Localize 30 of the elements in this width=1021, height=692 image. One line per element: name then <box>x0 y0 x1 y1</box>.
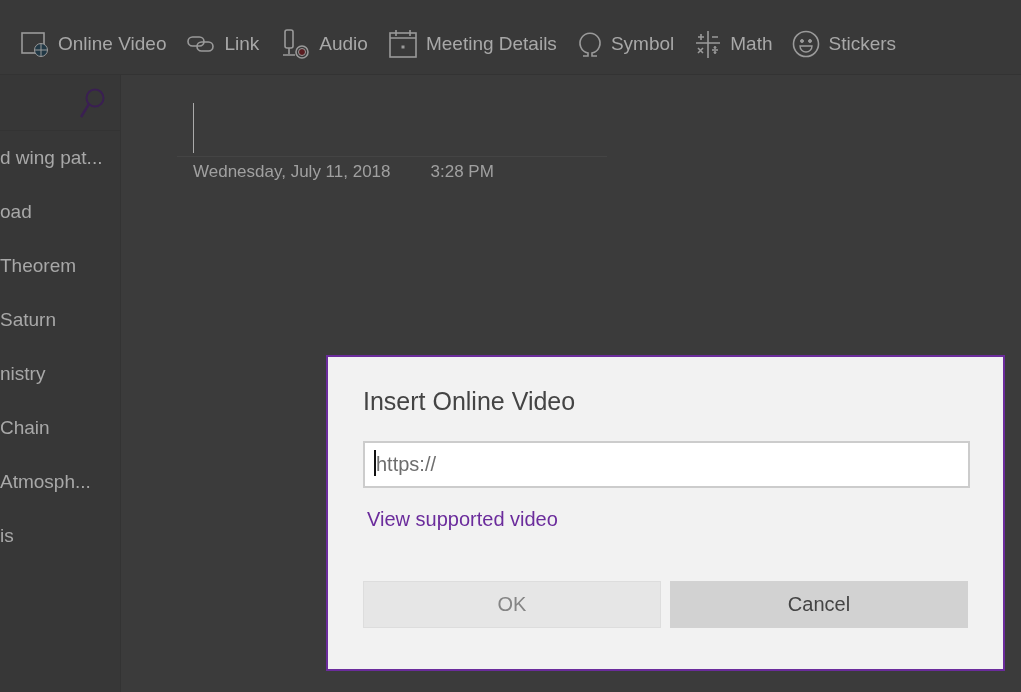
note-time: 3:28 PM <box>430 162 494 182</box>
page-item[interactable]: is <box>0 509 120 563</box>
toolbar-button[interactable]: Math <box>694 30 773 58</box>
page-item[interactable]: Atmosph... <box>0 455 120 509</box>
text-cursor <box>193 103 194 153</box>
page-item[interactable]: Theorem <box>0 239 120 293</box>
omega-icon <box>576 30 603 58</box>
toolbar-button[interactable]: Online Video <box>20 30 167 58</box>
toolbar-button[interactable]: Meeting Details <box>387 29 557 59</box>
page-item[interactable]: oad <box>0 185 120 239</box>
link-icon <box>186 34 217 54</box>
smiley-icon <box>792 30 821 58</box>
toolbar-button[interactable]: Symbol <box>576 30 675 58</box>
search-icon[interactable] <box>78 86 106 119</box>
math-operators-icon <box>694 30 723 58</box>
cancel-button[interactable]: Cancel <box>670 581 968 628</box>
film-globe-icon <box>20 30 50 58</box>
note-date: Wednesday, July 11, 2018 <box>193 162 391 182</box>
text-cursor <box>374 450 376 476</box>
toolbar-button[interactable]: Stickers <box>792 30 897 58</box>
toolbar-button[interactable]: Link <box>186 33 260 55</box>
page-item[interactable]: Saturn <box>0 293 120 347</box>
dialog-title: Insert Online Video <box>363 387 577 416</box>
toolbar-button[interactable]: Audio <box>279 28 368 60</box>
page-item[interactable]: Chain <box>0 401 120 455</box>
page-item[interactable]: nistry <box>0 347 120 401</box>
calendar-icon <box>387 29 418 59</box>
supported-video-link[interactable]: View supported video <box>367 508 558 531</box>
url-input-field[interactable]: https:// <box>363 441 970 488</box>
page-item[interactable]: d wing pat... <box>0 131 120 185</box>
